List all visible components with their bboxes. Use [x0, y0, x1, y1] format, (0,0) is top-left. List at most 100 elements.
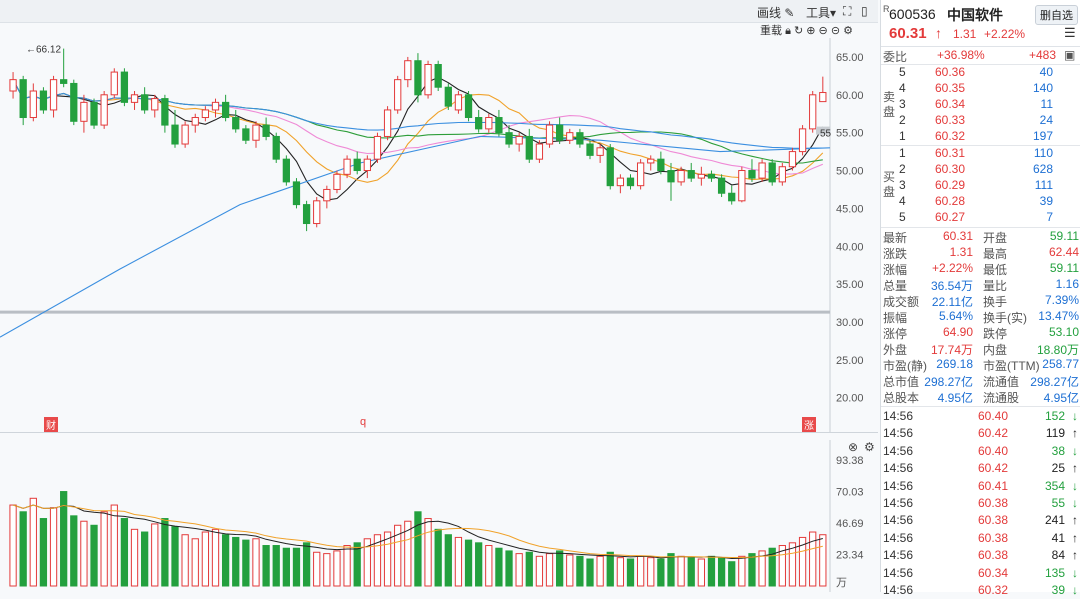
tick-volume: 25 — [1051, 461, 1065, 476]
volume-bar — [242, 539, 250, 587]
card-icon[interactable]: ▣ — [1064, 48, 1075, 62]
arrow-down-icon: ↓ — [1072, 496, 1078, 510]
price-tick-label: 40.00 — [836, 241, 864, 253]
quote-label: 成交额 — [883, 295, 920, 309]
quote-value: 17.74万 — [930, 343, 973, 357]
order-price: 60.28 — [935, 194, 966, 208]
refresh-icon[interactable]: ↻ — [794, 25, 803, 37]
event-marker-limit[interactable]: 涨 — [802, 417, 816, 432]
tick-price: 60.38 — [978, 548, 1009, 563]
menu-icon[interactable]: ☰ — [1064, 25, 1076, 41]
candle-down — [242, 128, 250, 141]
tick-row[interactable]: 14:56 60.38 41 ↑ — [881, 531, 1080, 547]
tick-row[interactable]: 14:56 60.40 38 ↓ — [881, 444, 1080, 460]
volume-bar — [313, 551, 321, 587]
volume-tick-label: 46.69 — [836, 518, 864, 530]
volume-bar — [90, 524, 98, 587]
order-book-row[interactable]: 2 60.30 628 — [881, 162, 1080, 178]
candle-down — [667, 170, 675, 183]
draw-line-button[interactable]: 画线 ✎ — [757, 4, 794, 21]
tick-row[interactable]: 14:56 60.38 241 ↑ — [881, 513, 1080, 529]
panel-toggle-icon[interactable]: ▯ — [861, 4, 868, 18]
candle-down — [475, 117, 483, 130]
order-book-row[interactable]: 2 60.33 24 — [881, 113, 1080, 129]
volume-bar — [647, 557, 655, 587]
zoom-in-icon[interactable]: ⊕ — [806, 25, 815, 37]
order-price: 60.27 — [935, 210, 966, 224]
order-book-row[interactable]: 4 60.35 140 — [881, 81, 1080, 97]
order-volume: 39 — [1039, 194, 1053, 208]
tick-row[interactable]: 14:56 60.38 84 ↑ — [881, 548, 1080, 564]
quote-label: 市盈(TTM) — [983, 359, 1040, 373]
price-tick-label: 35.00 — [836, 279, 864, 291]
tick-price: 60.42 — [978, 461, 1009, 476]
close-volume-icon[interactable]: ⊗ — [848, 440, 858, 454]
fullscreen-icon[interactable]: ⛶ — [843, 4, 851, 19]
quote-value: 62.44 — [1048, 245, 1079, 259]
candle-down — [414, 60, 422, 96]
tick-price: 60.38 — [978, 530, 1009, 545]
order-book-row[interactable]: 4 60.28 39 — [881, 194, 1080, 210]
price-change-pct: +2.22% — [984, 27, 1026, 41]
candle-down — [302, 204, 311, 225]
tick-volume: 135 — [1044, 565, 1065, 580]
stock-name: 中国软件 — [947, 7, 1003, 23]
ma-long-line — [0, 135, 831, 338]
tick-row[interactable]: 14:56 60.34 135 ↓ — [881, 566, 1080, 582]
order-book-row[interactable]: 3 60.34 11 — [881, 97, 1080, 113]
candle-down — [434, 64, 442, 88]
tick-volume: 84 — [1051, 548, 1065, 563]
candle-down — [19, 79, 27, 119]
tick-row[interactable]: 14:56 60.32 39 ↓ — [881, 583, 1080, 599]
order-book-row[interactable]: 5 60.36 40 — [881, 65, 1080, 81]
tick-row[interactable]: 14:56 60.42 119 ↑ — [881, 426, 1080, 442]
volume-bar — [535, 555, 544, 587]
event-marker-finance[interactable]: 财 — [44, 417, 58, 432]
quote-label: 总市值 — [883, 375, 920, 389]
order-volume: 11 — [1040, 97, 1053, 111]
overlay-button[interactable]: 重载 — [760, 25, 782, 37]
tools-menu-button[interactable]: 工具▾ — [806, 4, 836, 21]
quote-value: 59.11 — [1049, 229, 1079, 243]
lock-icon[interactable]: 🔒︎ — [785, 25, 791, 37]
tick-price: 60.40 — [978, 409, 1009, 423]
candle-up — [151, 98, 159, 111]
candle-up — [9, 79, 17, 92]
candle-down — [556, 124, 564, 141]
order-book-row[interactable]: 5 60.27 7 — [881, 210, 1080, 226]
tick-row[interactable]: 14:56 60.42 25 ↑ — [881, 461, 1080, 477]
tick-row[interactable]: 14:56 60.38 55 ↓ — [881, 496, 1080, 512]
delete-watchlist-button[interactable]: 删自选 — [1035, 5, 1078, 25]
kline-chart-area[interactable]: 画线 ✎ 工具▾ ⛶ ▯ 重载 🔒︎ ↻ ⊕ ⊖ ⊝ ⚙ 65.00 60.00 5… — [0, 0, 878, 592]
volume-bar — [70, 515, 78, 587]
volume-bar — [292, 547, 301, 587]
event-marker-q[interactable]: q — [360, 416, 366, 428]
tick-row[interactable]: 14:56 60.41 354 ↓ — [881, 479, 1080, 495]
tick-price: 60.40 — [978, 443, 1009, 458]
volume-bar — [39, 518, 48, 587]
candle-up — [647, 158, 655, 164]
order-level: 3 — [899, 178, 906, 192]
candle-up — [545, 124, 554, 145]
tick-time: 14:56 — [883, 426, 914, 441]
order-book-row[interactable]: 1 60.32 197 — [881, 129, 1080, 145]
order-price: 60.30 — [935, 162, 966, 176]
candle-up — [110, 71, 118, 96]
volume-settings-icon[interactable]: ⚙ — [864, 440, 875, 454]
price-chart[interactable]: 65.00 60.00 55.00 50.00 45.00 40.00 35.00 30.00… — [0, 38, 878, 446]
settings-icon[interactable]: ⚙ — [843, 25, 853, 37]
arrow-up-icon: ↑ — [1072, 513, 1078, 528]
quote-value: 4.95亿 — [937, 391, 973, 405]
quote-row: 总股本 4.95亿 流通股 4.95亿 — [881, 389, 1080, 405]
tick-row[interactable]: 14:56 60.40 152 ↓ — [881, 409, 1080, 425]
order-book-row[interactable]: 3 60.29 111 — [881, 178, 1080, 194]
order-book-row[interactable]: 1 60.31 110 — [881, 146, 1080, 162]
price-tick-label: 65.00 — [836, 52, 864, 64]
zoom-out-icon[interactable]: ⊖ — [819, 25, 828, 37]
buy-label: 买盘 — [883, 170, 896, 199]
candle-up — [424, 64, 432, 96]
volume-chart[interactable]: 93.38 70.03 46.69 23.34 万 — [0, 440, 878, 592]
remove-icon[interactable]: ⊝ — [831, 25, 840, 37]
arrow-down-icon: ↓ — [1072, 565, 1078, 580]
quote-label: 最新 — [883, 231, 908, 245]
